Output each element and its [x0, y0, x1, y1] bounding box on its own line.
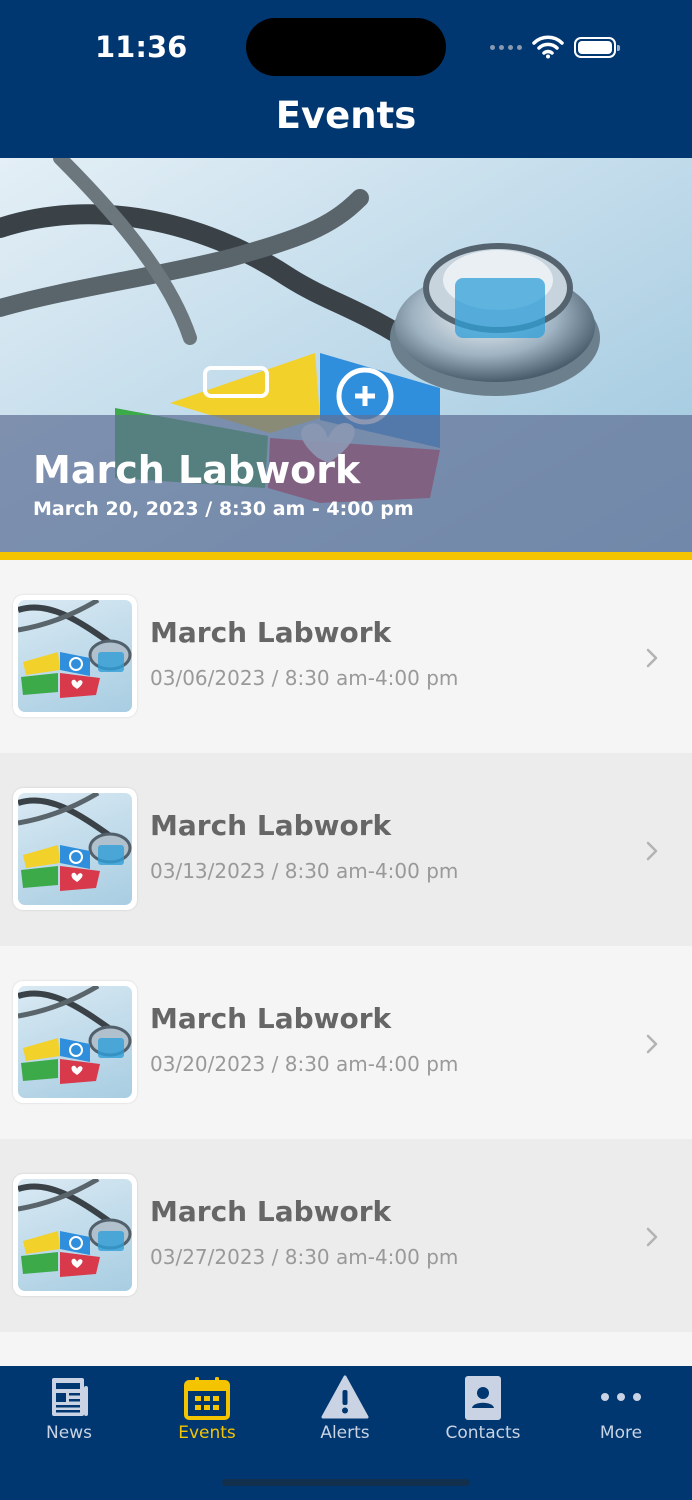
event-title: March Labwork — [150, 1195, 392, 1228]
tab-label: Contacts — [445, 1423, 521, 1443]
contact-card-icon — [465, 1376, 501, 1420]
tab-news[interactable]: News — [0, 1366, 138, 1456]
status-time: 11:36 — [95, 30, 188, 64]
event-row[interactable]: March Labwork 03/27/2023 / 8:30 am-4:00 … — [0, 1139, 692, 1332]
event-title: March Labwork — [150, 809, 392, 842]
tab-contacts[interactable]: Contacts — [414, 1366, 552, 1456]
tab-label: Events — [178, 1423, 236, 1443]
event-thumbnail — [13, 788, 137, 910]
event-thumbnail — [13, 981, 137, 1103]
newspaper-icon — [52, 1378, 88, 1416]
event-row[interactable]: March Labwork 03/20/2023 / 8:30 am-4:00 … — [0, 946, 692, 1139]
chevron-right-icon — [646, 648, 658, 668]
battery-icon — [574, 36, 620, 58]
accent-divider — [0, 552, 692, 560]
event-list: March Labwork 03/06/2023 / 8:30 am-4:00 … — [0, 560, 692, 1332]
chevron-right-icon — [646, 1227, 658, 1247]
home-indicator — [222, 1479, 470, 1486]
tab-alerts[interactable]: Alerts — [276, 1366, 414, 1456]
tab-label: Alerts — [320, 1423, 370, 1443]
event-date: 03/20/2023 / 8:30 am-4:00 pm — [150, 1052, 459, 1076]
chevron-right-icon — [646, 1034, 658, 1054]
wifi-icon — [532, 35, 564, 59]
page-title: Events — [275, 94, 417, 137]
calendar-icon — [184, 1377, 230, 1420]
featured-event-title: March Labwork — [33, 448, 361, 492]
tab-label: More — [599, 1423, 643, 1443]
event-row[interactable]: March Labwork 03/13/2023 / 8:30 am-4:00 … — [0, 753, 692, 946]
featured-event-date: March 20, 2023 / 8:30 am - 4:00 pm — [33, 498, 414, 520]
event-thumbnail — [13, 595, 137, 717]
tab-more[interactable]: More — [552, 1366, 690, 1456]
event-thumbnail — [13, 1174, 137, 1296]
event-date: 03/27/2023 / 8:30 am-4:00 pm — [150, 1245, 459, 1269]
more-dots-icon — [601, 1393, 641, 1401]
tab-label: News — [46, 1423, 92, 1443]
header-bar: 11:36 Events — [0, 0, 692, 158]
tab-events[interactable]: Events — [138, 1366, 276, 1456]
event-title: March Labwork — [150, 1002, 392, 1035]
warning-icon — [321, 1375, 369, 1419]
chevron-right-icon — [646, 841, 658, 861]
event-title: March Labwork — [150, 616, 392, 649]
status-icons — [490, 34, 620, 60]
featured-event[interactable]: March Labwork March 20, 2023 / 8:30 am -… — [0, 158, 692, 552]
event-date: 03/13/2023 / 8:30 am-4:00 pm — [150, 859, 459, 883]
dynamic-island — [246, 18, 446, 76]
event-date: 03/06/2023 / 8:30 am-4:00 pm — [150, 666, 459, 690]
event-row[interactable]: March Labwork 03/06/2023 / 8:30 am-4:00 … — [0, 560, 692, 753]
cellular-signal-icon — [490, 44, 522, 50]
